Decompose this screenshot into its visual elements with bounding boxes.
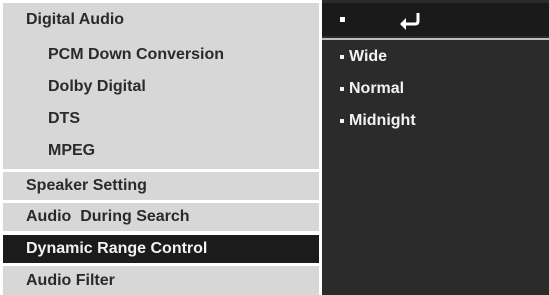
return-arrow-icon[interactable] (396, 9, 426, 31)
option-label: Normal (349, 80, 405, 97)
menu-item-label: Dynamic Range Control (26, 240, 208, 257)
menu-item-label: Audio Filter (26, 271, 115, 289)
bullet-icon (340, 119, 344, 123)
submenu-item-label: Dolby Digital (48, 78, 146, 95)
menu-item-label: Digital Audio (26, 11, 125, 28)
menu-item-speaker-setting[interactable]: Speaker Setting (3, 172, 319, 200)
digital-audio-group: Digital Audio PCM Down Conversion Dolby … (3, 3, 319, 169)
submenu-item-mpeg[interactable]: MPEG (3, 136, 319, 166)
submenu-item-label: MPEG (48, 142, 96, 159)
audio-settings-menu: Digital Audio PCM Down Conversion Dolby … (0, 0, 322, 295)
menu-item-dynamic-range-control[interactable]: Dynamic Range Control (3, 235, 319, 263)
option-label: Wide (349, 48, 388, 65)
menu-item-label: Audio During Search (26, 208, 190, 225)
submenu-item-pcm-down-conversion[interactable]: PCM Down Conversion (3, 40, 319, 70)
menu-item-audio-filter[interactable]: Audio Filter (3, 266, 319, 295)
bullet-icon (340, 87, 344, 91)
menu-item-label: Speaker Setting (26, 177, 147, 194)
bullet-icon (340, 55, 344, 59)
option-label: Midnight (349, 112, 416, 129)
option-midnight[interactable]: Midnight (340, 107, 416, 135)
submenu-item-dts[interactable]: DTS (3, 104, 319, 134)
submenu-item-dolby-digital[interactable]: Dolby Digital (3, 72, 319, 102)
bullet-icon (340, 17, 345, 22)
option-wide[interactable]: Wide (340, 43, 387, 71)
submenu-item-label: DTS (48, 110, 80, 127)
option-normal[interactable]: Normal (340, 75, 404, 103)
options-panel: Wide Normal Midnight (322, 0, 549, 295)
header-divider (322, 38, 549, 40)
options-header (322, 3, 549, 36)
submenu-item-label: PCM Down Conversion (48, 46, 225, 63)
menu-item-audio-during-search[interactable]: Audio During Search (3, 203, 319, 231)
menu-item-digital-audio[interactable]: Digital Audio (3, 3, 319, 37)
